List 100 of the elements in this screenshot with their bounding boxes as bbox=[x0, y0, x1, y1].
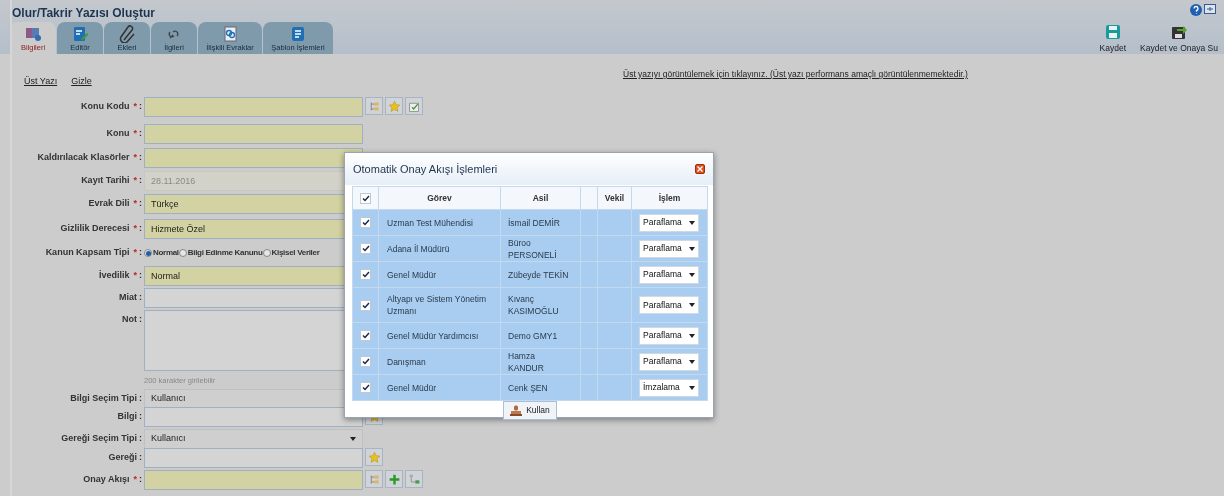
radio-label: Kişisel Veriler bbox=[271, 247, 320, 259]
input-field[interactable] bbox=[144, 470, 363, 490]
table-cell: Genel Müdür bbox=[378, 261, 501, 288]
caret-icon bbox=[689, 385, 695, 390]
field-label: Not bbox=[122, 313, 137, 327]
caret-icon bbox=[689, 246, 695, 251]
document-link-icon bbox=[221, 25, 239, 43]
colon: : bbox=[139, 291, 142, 305]
save-button[interactable]: Kaydet bbox=[1099, 24, 1127, 55]
colon: : bbox=[139, 269, 142, 283]
use-button[interactable]: Kullan bbox=[503, 401, 557, 420]
table-cell: Büroo PERSONELİ bbox=[500, 235, 581, 262]
star-button[interactable] bbox=[365, 448, 383, 466]
colon: : bbox=[139, 100, 142, 114]
input-field[interactable] bbox=[144, 448, 363, 468]
colon: : bbox=[139, 174, 142, 188]
column-header: Görev bbox=[378, 186, 501, 210]
star-button[interactable] bbox=[385, 97, 403, 115]
checkbox[interactable] bbox=[360, 243, 371, 254]
field-label: Gereği Seçim Tipi bbox=[61, 432, 137, 446]
field-label: Kayıt Tarihi bbox=[81, 174, 130, 188]
input-field[interactable] bbox=[144, 97, 363, 117]
dropdown[interactable]: Paraflama bbox=[639, 239, 699, 258]
checkmark-icon bbox=[361, 358, 370, 365]
table-cell: Altyapı ve Sistem Yönetim Uzmanı bbox=[378, 287, 501, 323]
dropdown[interactable]: Paraflama bbox=[639, 296, 699, 314]
table-cell: İsmail DEMİR bbox=[500, 209, 581, 236]
dropdown[interactable]: Paraflama bbox=[639, 213, 699, 232]
table-cell: Danışman bbox=[378, 348, 501, 375]
edit-icon bbox=[71, 25, 89, 43]
checkbox[interactable] bbox=[360, 269, 371, 280]
caret-icon bbox=[689, 272, 695, 277]
checkmark-icon bbox=[361, 219, 370, 226]
dropdown[interactable]: İmzalama bbox=[639, 378, 699, 397]
close-icon bbox=[697, 166, 703, 172]
plus-button[interactable] bbox=[385, 470, 403, 488]
dropdown[interactable]: Paraflama bbox=[639, 352, 699, 371]
field-label: Evrak Dili bbox=[88, 197, 130, 211]
tree-button[interactable] bbox=[365, 470, 383, 488]
radio-label: Bilgi Edinme Kanunu bbox=[187, 247, 263, 259]
table-cell: Cenk ŞEN bbox=[500, 374, 581, 401]
column-header: İşlem bbox=[631, 186, 708, 210]
required-mark: * bbox=[133, 174, 137, 188]
close-button[interactable] bbox=[695, 164, 705, 174]
radio-button[interactable] bbox=[144, 249, 152, 257]
link[interactable]: Gizle bbox=[71, 75, 92, 89]
caret-icon bbox=[350, 437, 356, 441]
table-cell: Hamza KANDUR bbox=[500, 348, 581, 375]
input-field[interactable] bbox=[144, 124, 363, 144]
field-label: Kanun Kapsam Tipi bbox=[45, 246, 130, 260]
field-label: Miat bbox=[119, 291, 137, 305]
required-mark: * bbox=[133, 151, 137, 165]
tree-button[interactable] bbox=[365, 97, 383, 115]
column-header: Vekil bbox=[597, 186, 632, 210]
branch-icon bbox=[407, 472, 421, 486]
dropdown[interactable]: Paraflama bbox=[639, 326, 699, 345]
checkbox[interactable] bbox=[360, 356, 371, 367]
required-mark: * bbox=[133, 246, 137, 260]
column-header: Asil bbox=[500, 186, 581, 210]
input-field[interactable] bbox=[144, 407, 363, 427]
required-mark: * bbox=[133, 269, 137, 283]
field-label: Bilgi Seçim Tipi bbox=[70, 392, 137, 406]
checkbox[interactable] bbox=[360, 299, 371, 311]
dropdown[interactable]: Paraflama bbox=[639, 265, 699, 284]
checkmark-icon bbox=[361, 384, 370, 391]
checkbox[interactable] bbox=[360, 330, 371, 341]
radio-button[interactable] bbox=[178, 249, 187, 257]
field-label: Konu bbox=[106, 127, 130, 141]
help-icon[interactable] bbox=[1190, 4, 1202, 16]
paperclip-icon bbox=[118, 25, 136, 43]
checkbox[interactable] bbox=[360, 192, 371, 204]
screen-icon[interactable] bbox=[1204, 4, 1216, 15]
checkmark-icon bbox=[361, 301, 370, 309]
colon: : bbox=[139, 151, 142, 165]
radio-button[interactable] bbox=[262, 249, 271, 257]
checkmark-icon bbox=[361, 194, 370, 202]
check-button[interactable] bbox=[405, 97, 423, 115]
colon: : bbox=[139, 410, 142, 424]
colon: : bbox=[139, 313, 142, 327]
field-label: Bilgi bbox=[117, 410, 137, 424]
stamp-icon bbox=[510, 405, 523, 416]
colon: : bbox=[139, 127, 142, 141]
colon: : bbox=[139, 392, 142, 406]
plus-icon bbox=[387, 472, 401, 486]
checkbox[interactable] bbox=[360, 217, 371, 228]
dropdown[interactable]: Kullanıcı bbox=[144, 429, 363, 449]
link[interactable]: Üst Yazı bbox=[24, 75, 58, 89]
star-icon bbox=[367, 450, 381, 464]
notice-link[interactable]: Üst yazıyı görüntülemek için tıklayınız. (Üst yazı performans amaçlı görüntülenmemektedir.) bbox=[623, 68, 968, 81]
required-mark: * bbox=[133, 197, 137, 211]
caret-icon bbox=[689, 333, 695, 338]
branch-button[interactable] bbox=[405, 470, 423, 488]
save-forward-button[interactable]: Kaydet ve Onaya Su bbox=[1140, 24, 1218, 55]
caret-icon bbox=[689, 359, 695, 364]
colon: : bbox=[139, 432, 142, 446]
checkmark-icon bbox=[361, 245, 370, 252]
table-cell: Zübeyde TEKİN bbox=[500, 261, 581, 288]
table-cell: Genel Müdür Yardımcısı bbox=[378, 322, 501, 349]
checkbox[interactable] bbox=[360, 382, 371, 393]
table-cell: Kıvanç KASIMOĞLU bbox=[500, 287, 581, 323]
